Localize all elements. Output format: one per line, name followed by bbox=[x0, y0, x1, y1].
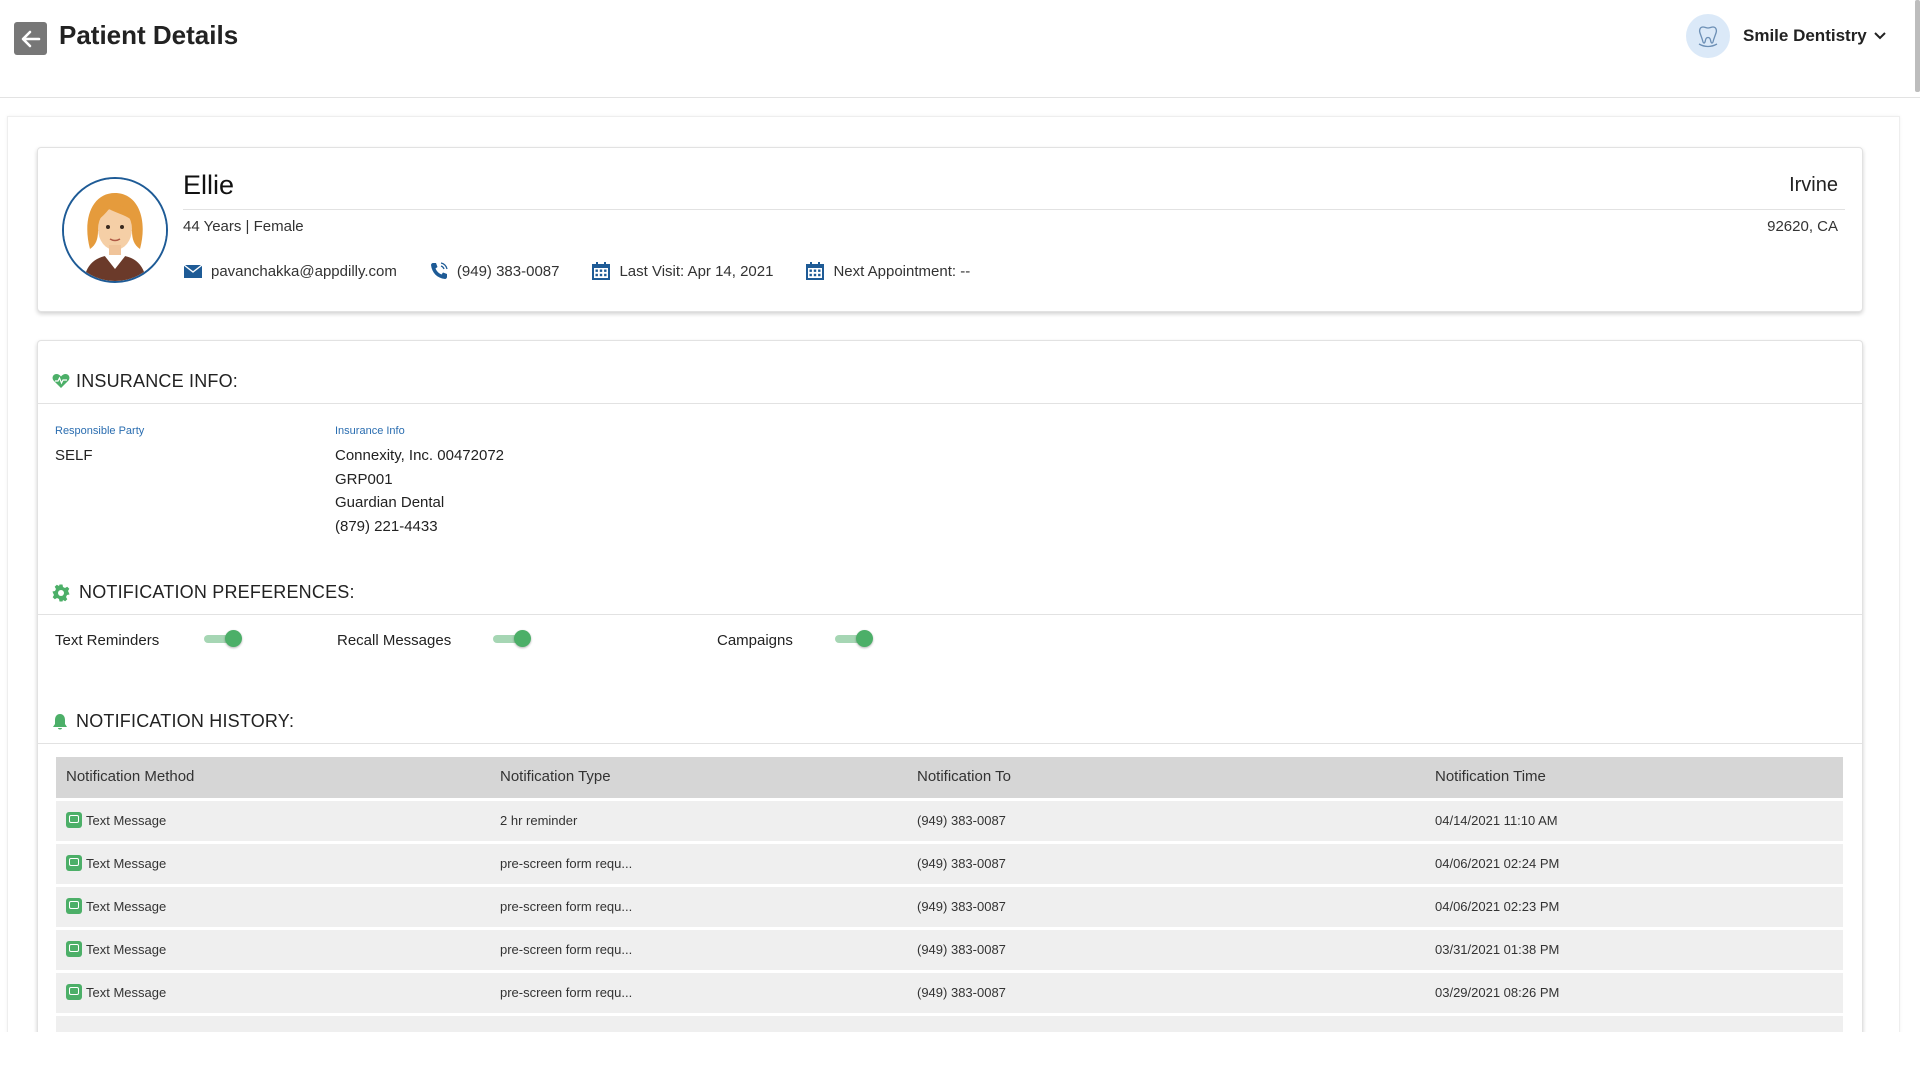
table-row[interactable]: Text Message 2 hr reminder (949) 383-008… bbox=[56, 801, 1843, 841]
patient-zip-state: 92620, CA bbox=[1767, 218, 1838, 235]
tooth-logo-icon bbox=[1698, 26, 1718, 48]
insurance-info-label: Insurance Info bbox=[335, 425, 405, 437]
calendar-icon bbox=[806, 262, 825, 280]
phone-icon bbox=[430, 262, 448, 279]
method-cell: Text Message bbox=[66, 855, 166, 871]
preferences-section-header: NOTIFICATION PREFERENCES: bbox=[38, 570, 1862, 615]
back-arrow-icon bbox=[21, 30, 40, 47]
table-row[interactable]: Text Message pre-screen form requ... (94… bbox=[56, 887, 1843, 927]
method-text: Text Message bbox=[86, 855, 167, 871]
toggle-knob bbox=[225, 630, 242, 647]
time-cell: 03/31/2021 01:38 PM bbox=[1435, 942, 1560, 957]
phone-item[interactable]: (949) 383-0087 bbox=[429, 261, 560, 281]
practice-name: Smile Dentistry bbox=[1743, 26, 1867, 45]
toggle-label-campaigns: Campaigns bbox=[717, 632, 793, 649]
patient-phone: (949) 383-0087 bbox=[456, 262, 560, 280]
recall-messages-toggle[interactable] bbox=[493, 630, 531, 648]
to-cell: (949) 383-0087 bbox=[917, 985, 1006, 1000]
insurance-info-lines: Connexity, Inc. 00472072 GRP001 Guardian… bbox=[335, 444, 504, 538]
responsible-party-label: Responsible Party bbox=[55, 425, 145, 437]
chevron-down-icon bbox=[1874, 32, 1886, 40]
contact-row: pavanchakka@appdilly.com (949) 383-0087 … bbox=[183, 261, 1002, 281]
calendar-icon bbox=[592, 262, 611, 280]
message-icon bbox=[66, 984, 82, 1000]
insurance-section-header: INSURANCE INFO: bbox=[38, 359, 1862, 404]
table-header: Notification Method Notification Type No… bbox=[56, 757, 1843, 798]
to-cell: (949) 383-0087 bbox=[917, 813, 1006, 828]
message-icon bbox=[66, 812, 82, 828]
preferences-section-title: NOTIFICATION PREFERENCES: bbox=[79, 582, 355, 602]
page-bottom-whitespace bbox=[0, 1032, 1920, 1080]
last-visit-item: Last Visit: Apr 14, 2021 bbox=[591, 261, 773, 281]
table-row[interactable]: Text Message pre-screen form requ... (94… bbox=[56, 844, 1843, 884]
patient-card: Ellie 44 Years | Female Irvine 92620, CA… bbox=[37, 147, 1863, 312]
method-text: Text Message bbox=[86, 898, 167, 914]
method-cell: Text Message bbox=[66, 984, 166, 1000]
last-visit: Last Visit: Apr 14, 2021 bbox=[619, 262, 774, 280]
history-section-title: NOTIFICATION HISTORY: bbox=[76, 711, 295, 731]
type-cell: 2 hr reminder bbox=[500, 813, 578, 828]
method-text: Text Message bbox=[86, 941, 167, 957]
insurance-line: Connexity, Inc. 00472072 bbox=[335, 447, 505, 464]
toggle-label-recall-messages: Recall Messages bbox=[337, 632, 452, 649]
table-row[interactable]: Text Message pre-screen form requ... (94… bbox=[56, 930, 1843, 970]
insurance-section-title: INSURANCE INFO: bbox=[76, 371, 239, 391]
column-header[interactable]: Notification Type bbox=[500, 768, 611, 785]
message-icon bbox=[66, 898, 82, 914]
message-icon bbox=[66, 855, 82, 871]
toggle-knob bbox=[856, 630, 873, 647]
time-cell: 04/06/2021 02:24 PM bbox=[1435, 856, 1560, 871]
column-header[interactable]: Notification Method bbox=[66, 768, 194, 785]
type-cell: pre-screen form requ... bbox=[500, 899, 633, 914]
divider bbox=[183, 209, 1845, 210]
back-button[interactable] bbox=[14, 22, 47, 55]
history-section-header: NOTIFICATION HISTORY: bbox=[38, 699, 1862, 744]
details-card: INSURANCE INFO: Responsible Party SELF I… bbox=[37, 340, 1863, 1041]
next-appointment: Next Appointment: -- bbox=[833, 262, 971, 280]
scrollbar[interactable] bbox=[1915, 0, 1920, 92]
page-title: Patient Details bbox=[59, 20, 239, 50]
patient-avatar bbox=[62, 177, 168, 283]
responsible-party-value: SELF bbox=[55, 447, 93, 464]
column-header[interactable]: Notification Time bbox=[1435, 768, 1546, 785]
method-cell: Text Message bbox=[66, 898, 166, 914]
table-row[interactable]: Text Message pre-screen form requ... (94… bbox=[56, 973, 1843, 1013]
toggle-label-text-reminders: Text Reminders bbox=[55, 632, 160, 649]
patient-city: Irvine bbox=[1789, 174, 1838, 196]
mail-icon bbox=[183, 263, 203, 278]
text-reminders-toggle[interactable] bbox=[204, 630, 242, 648]
message-icon bbox=[66, 941, 82, 957]
patient-email: pavanchakka@appdilly.com bbox=[211, 262, 397, 280]
patient-age-gender: 44 Years | Female bbox=[183, 218, 304, 235]
gear-icon bbox=[52, 584, 70, 602]
method-text: Text Message bbox=[86, 812, 167, 828]
type-cell: pre-screen form requ... bbox=[500, 856, 633, 871]
next-appointment-item: Next Appointment: -- bbox=[805, 261, 970, 281]
to-cell: (949) 383-0087 bbox=[917, 899, 1006, 914]
method-cell: Text Message bbox=[66, 941, 166, 957]
bell-icon bbox=[53, 714, 67, 730]
practice-logo[interactable] bbox=[1686, 14, 1730, 58]
insurance-line: Guardian Dental bbox=[335, 494, 445, 511]
type-cell: pre-screen form requ... bbox=[500, 985, 633, 1000]
method-cell: Text Message bbox=[66, 812, 166, 828]
notification-history-table: Notification Method Notification Type No… bbox=[56, 757, 1843, 1036]
to-cell: (949) 383-0087 bbox=[917, 856, 1006, 871]
top-bar: Patient Details Smile Dentistry bbox=[0, 0, 1920, 98]
practice-selector[interactable]: Smile Dentistry bbox=[1743, 26, 1887, 46]
time-cell: 04/14/2021 11:10 AM bbox=[1435, 813, 1558, 828]
method-text: Text Message bbox=[86, 984, 167, 1000]
patient-name: Ellie bbox=[183, 170, 235, 200]
heart-icon bbox=[52, 374, 70, 388]
email-item[interactable]: pavanchakka@appdilly.com bbox=[183, 263, 397, 280]
type-cell: pre-screen form requ... bbox=[500, 942, 633, 957]
time-cell: 04/06/2021 02:23 PM bbox=[1435, 899, 1560, 914]
to-cell: (949) 383-0087 bbox=[917, 942, 1006, 957]
insurance-line: (879) 221-4433 bbox=[335, 517, 438, 535]
time-cell: 03/29/2021 08:26 PM bbox=[1435, 985, 1560, 1000]
toggle-knob bbox=[514, 630, 531, 647]
column-header[interactable]: Notification To bbox=[917, 768, 1011, 785]
campaigns-toggle[interactable] bbox=[835, 630, 873, 648]
insurance-line: GRP001 bbox=[335, 470, 393, 488]
